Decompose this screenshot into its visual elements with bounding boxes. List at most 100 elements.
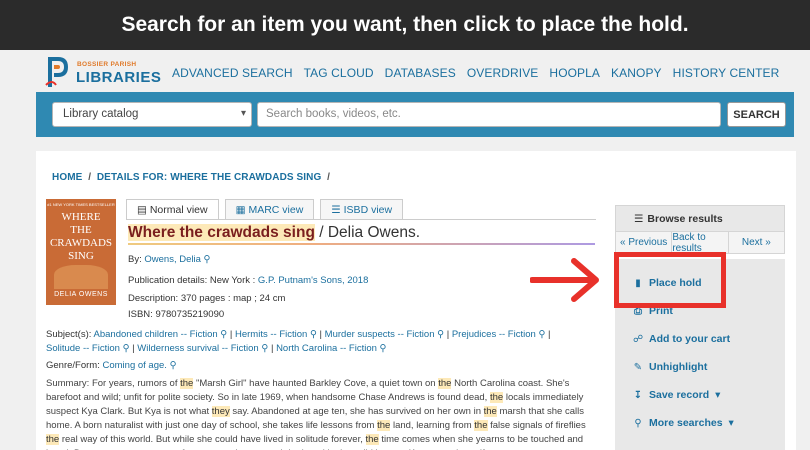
record-by: By: Owens, Delia ⚲ — [128, 254, 210, 265]
record-subjects: Subject(s): Abandoned children -- Fictio… — [46, 329, 551, 354]
list-icon: ☰ — [634, 212, 644, 225]
record-genre: Genre/Form: Coming of age. ⚲ — [46, 360, 177, 371]
previous-link[interactable]: « Previous — [616, 232, 673, 253]
search-icon[interactable]: ⚲ — [170, 360, 177, 371]
search-term-highlight: the — [180, 378, 194, 389]
save-record-button[interactable]: ↧ Save record ▾ — [615, 381, 785, 409]
highlight-box — [614, 252, 726, 308]
publisher-link[interactable]: G.P. Putnam's Sons, 2018 — [258, 275, 368, 286]
search-term-highlight: the — [483, 406, 497, 417]
chevron-down-icon: ▾ — [240, 108, 246, 119]
tab-isbd-view[interactable]: ☰ ISBD view — [320, 199, 404, 219]
banner-text: Search for an item you want, then click … — [121, 13, 689, 36]
isbn-label: ISBN: — [128, 309, 153, 320]
isbn-value: 9780735219090 — [155, 309, 225, 320]
subject-link[interactable]: Solitude -- Fiction — [46, 343, 120, 354]
book-cover[interactable]: #1 NEW YORK TIMES BESTSELLER WHERE THE C… — [46, 199, 116, 305]
caret-down-icon: ▾ — [715, 389, 721, 401]
subject-link[interactable]: North Carolina -- Fiction — [276, 343, 377, 354]
search-icon[interactable]: ⚲ — [310, 329, 317, 340]
nav-history-center[interactable]: HISTORY CENTER — [673, 66, 780, 80]
subjects-label: Subject(s): — [46, 329, 92, 340]
cover-title-line3: CRAWDADS — [49, 237, 113, 249]
nav-tag-cloud[interactable]: TAG CLOUD — [304, 66, 374, 80]
unhighlight-button[interactable]: ✎ Unhighlight — [615, 353, 785, 381]
tab-marc-view[interactable]: ▦ MARC view — [224, 199, 315, 219]
tab-normal-label: Normal view — [149, 204, 208, 216]
back-to-results-link[interactable]: Back to results — [672, 232, 729, 254]
genre-label: Genre/Form: — [46, 360, 100, 371]
more-searches-button[interactable]: ⚲ More searches ▾ — [615, 409, 785, 437]
add-to-cart-button[interactable]: ☍ Add to your cart — [615, 325, 785, 353]
save-record-label: Save record — [649, 389, 710, 401]
breadcrumb-home[interactable]: HOME — [52, 172, 82, 183]
nav-hoopla[interactable]: HOOPLA — [549, 66, 600, 80]
search-input[interactable]: Search books, videos, etc. — [257, 102, 721, 127]
sidebar: ☰ Browse results « Previous Back to resul… — [615, 205, 785, 450]
subject-link[interactable]: Wilderness survival -- Fiction — [137, 343, 258, 354]
genre-link[interactable]: Coming of age. — [103, 360, 167, 371]
pointer-arrow-icon — [530, 258, 599, 302]
search-bar: Library catalog ▾ Search books, videos, … — [36, 92, 794, 137]
download-icon: ↧ — [633, 389, 643, 401]
record-title-author: Delia Owens. — [327, 224, 421, 241]
cover-title-line1: WHERE — [61, 211, 101, 223]
record-title-sep: / — [314, 224, 328, 241]
more-searches-label: More searches — [649, 417, 723, 429]
record-summary: Summary: For years, rumors of the "Marsh… — [46, 377, 591, 450]
desc-value: 370 pages : map ; 24 cm — [180, 293, 286, 304]
search-icon[interactable]: ⚲ — [380, 343, 387, 354]
desc-label: Description: — [128, 293, 179, 304]
record-description: Description: 370 pages : map ; 24 cm — [128, 293, 285, 304]
catalog-select[interactable]: Library catalog ▾ — [52, 102, 252, 127]
cart-icon: ☍ — [633, 333, 644, 345]
site-header: BOSSIER PARISH LIBRARIES ADVANCED SEARCH… — [0, 50, 810, 92]
title-underline — [128, 243, 595, 245]
cover-blurb: #1 NEW YORK TIMES BESTSELLER — [47, 202, 115, 207]
doc-icon: ▤ — [137, 204, 147, 216]
record-title: Where the crawdads sing / Delia Owens. — [128, 224, 420, 242]
search-icon[interactable]: ⚲ — [538, 329, 545, 340]
next-link[interactable]: Next » — [729, 232, 784, 253]
list-icon: ☰ — [331, 204, 341, 216]
pencil-icon: ✎ — [633, 361, 643, 373]
cover-title-line4: SING — [68, 250, 94, 262]
search-term-highlight: the — [489, 392, 504, 403]
record-title-text: Where the crawdads sing — [128, 224, 315, 241]
nav-overdrive[interactable]: OVERDRIVE — [467, 66, 539, 80]
tab-normal-view[interactable]: ▤ Normal view — [126, 199, 219, 219]
pub-place: New York : — [209, 275, 256, 286]
search-term-highlight: the — [365, 434, 379, 445]
cover-title-line2: THE — [70, 224, 92, 236]
subject-link[interactable]: Hermits -- Fiction — [235, 329, 307, 340]
browse-results-button[interactable]: ☰ Browse results — [615, 205, 785, 232]
subject-link[interactable]: Prejudices -- Fiction — [452, 329, 536, 340]
nav-kanopy[interactable]: KANOPY — [611, 66, 662, 80]
record-publication: Publication details: New York : G.P. Put… — [128, 275, 368, 286]
search-icon[interactable]: ⚲ — [261, 343, 268, 354]
logo-bottom-text: LIBRARIES — [76, 69, 162, 86]
record-isbn: ISBN: 9780735219090 — [128, 309, 224, 320]
tab-marc-label: MARC view — [248, 204, 304, 216]
nav-advanced-search[interactable]: ADVANCED SEARCH — [172, 66, 293, 80]
breadcrumb-details[interactable]: DETAILS FOR: WHERE THE CRAWDADS SING — [97, 172, 322, 183]
results-pager: « Previous Back to results Next » — [615, 232, 785, 254]
top-nav: ADVANCED SEARCH TAG CLOUD DATABASES OVER… — [172, 66, 779, 80]
breadcrumb-separator: / — [88, 172, 92, 183]
search-placeholder: Search books, videos, etc. — [266, 108, 401, 120]
cover-art — [54, 265, 108, 289]
browse-results-label: Browse results — [647, 212, 723, 225]
subject-link[interactable]: Murder suspects -- Fiction — [325, 329, 435, 340]
search-icon[interactable]: ⚲ — [204, 254, 211, 265]
list-icon: ▦ — [235, 204, 246, 216]
subject-link[interactable]: Abandoned children -- Fiction — [94, 329, 218, 340]
search-icon[interactable]: ⚲ — [123, 343, 130, 354]
search-icon[interactable]: ⚲ — [220, 329, 227, 340]
nav-databases[interactable]: DATABASES — [385, 66, 456, 80]
view-tabs: ▤ Normal view ▦ MARC view ☰ ISBD view — [126, 199, 409, 219]
library-logo[interactable]: BOSSIER PARISH LIBRARIES — [44, 55, 161, 89]
search-button[interactable]: SEARCH — [727, 102, 786, 127]
breadcrumb: HOME / DETAILS FOR: WHERE THE CRAWDADS S… — [52, 172, 330, 183]
search-icon[interactable]: ⚲ — [437, 329, 444, 340]
author-link[interactable]: Owens, Delia — [144, 254, 201, 265]
